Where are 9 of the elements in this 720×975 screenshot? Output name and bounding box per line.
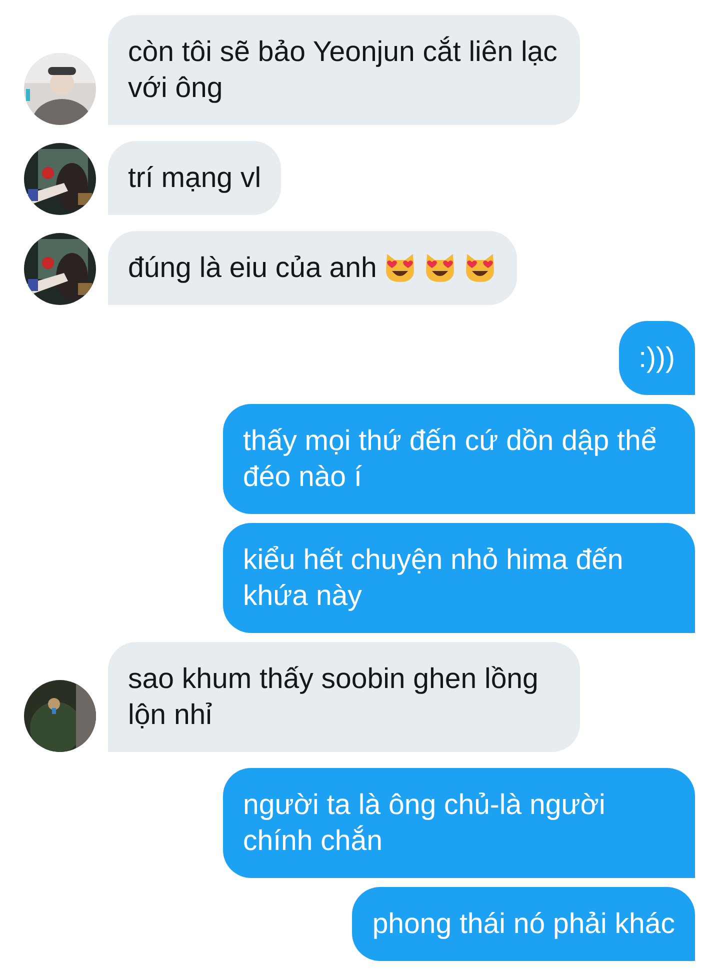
- message-text: trí mạng vl: [128, 161, 262, 196]
- message-text: kiểu hết chuyện nhỏ hima đến khứa này: [243, 543, 624, 614]
- message-text: :))): [638, 341, 675, 376]
- message-text: phong thái nó phải khác: [372, 907, 675, 942]
- message-text: người ta là ông chủ-là người chính chắn: [243, 788, 606, 859]
- message-text: đúng là eiu của anh: [128, 251, 377, 286]
- message-text: sao khum thấy soobin ghen lồng lộn nhỉ: [128, 662, 540, 733]
- message-text: còn tôi sẽ bảo Yeonjun cắt liên lạc với ông: [128, 35, 558, 106]
- message-text: thấy mọi thứ đến cứ dồn dập thể đéo nào í: [243, 424, 658, 495]
